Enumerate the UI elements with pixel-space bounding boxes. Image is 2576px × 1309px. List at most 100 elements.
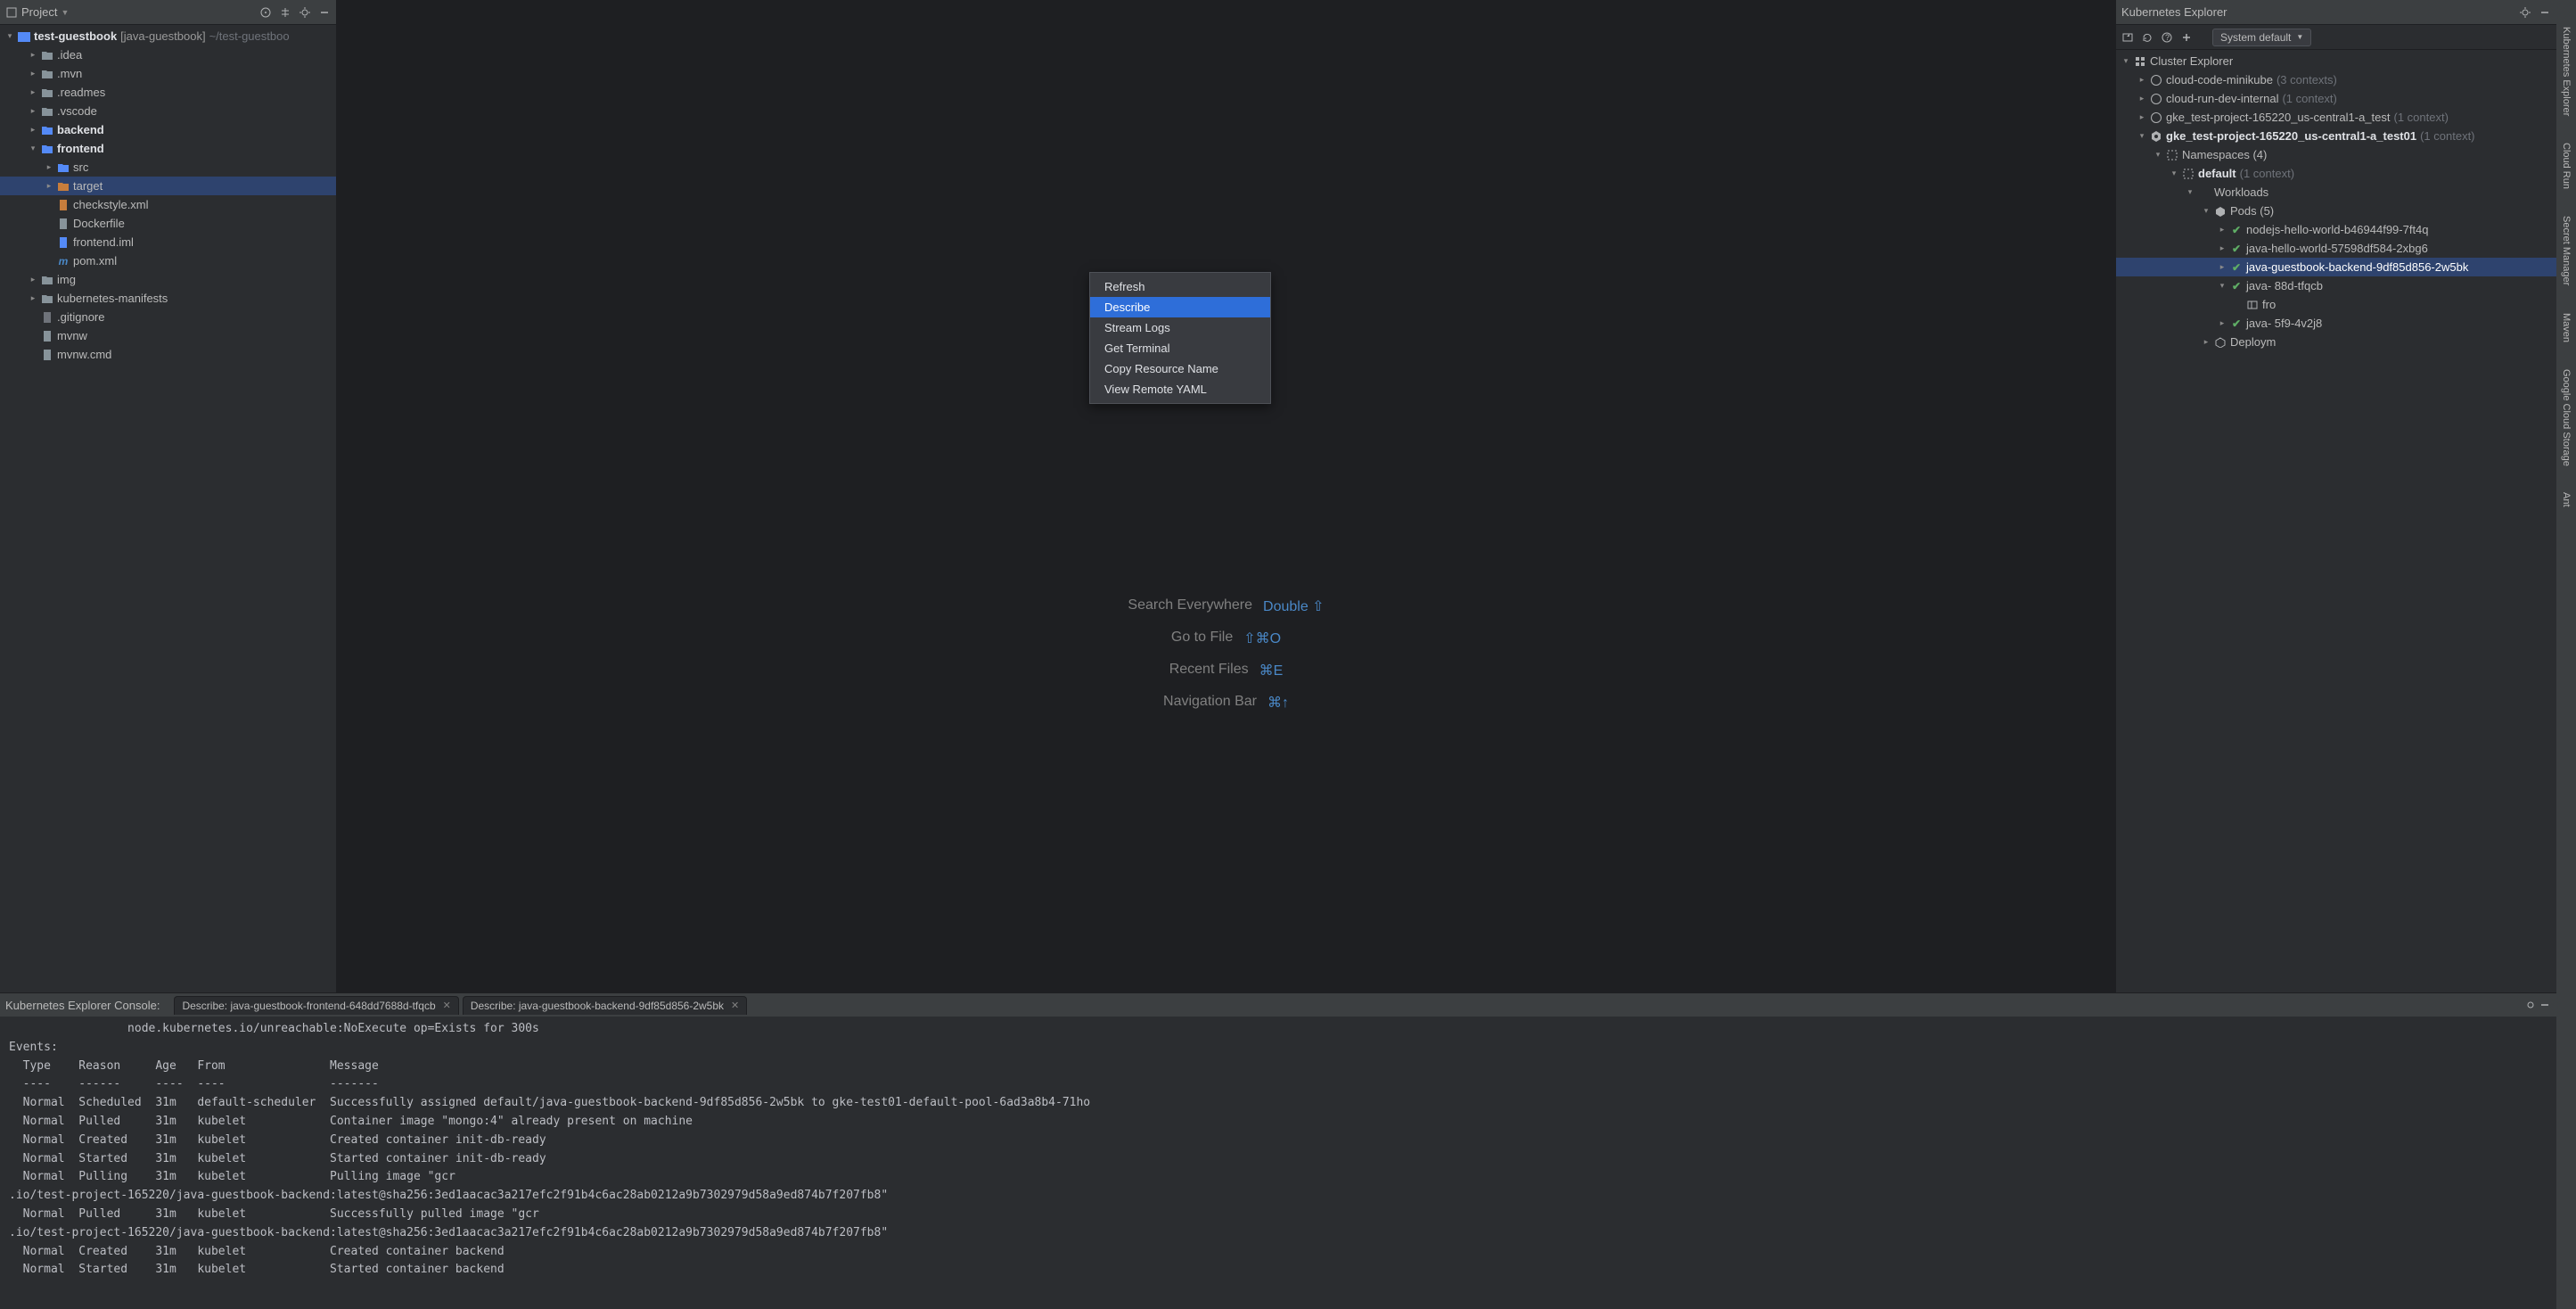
tree-row[interactable]: ▾Namespaces (4) (2116, 145, 2556, 164)
refresh-icon[interactable] (2141, 31, 2154, 44)
chevron-icon[interactable]: ▸ (2216, 318, 2228, 328)
chevron-icon[interactable]: ▾ (2200, 206, 2212, 216)
check-icon: ✔ (2228, 261, 2244, 274)
tree-row[interactable]: Dockerfile (0, 214, 336, 233)
chevron-icon[interactable]: ▾ (2184, 187, 2196, 197)
tree-row[interactable]: frontend.iml (0, 233, 336, 251)
tree-row[interactable]: ▸src (0, 158, 336, 177)
tree-row[interactable]: mvnw.cmd (0, 345, 336, 364)
tree-row[interactable]: ▸.mvn (0, 64, 336, 83)
tool-tab-cloud-run[interactable]: Cloud Run (2561, 143, 2572, 189)
menu-item-view-remote-yaml[interactable]: View Remote YAML (1090, 379, 1270, 399)
tree-row[interactable]: ▸backend (0, 120, 336, 139)
tree-row[interactable]: ▾✔java- 88d-tfqcb (2116, 276, 2556, 295)
deploy-icon (2212, 337, 2228, 348)
chevron-icon[interactable]: ▸ (2216, 225, 2228, 235)
tool-tab-secret-manager[interactable]: Secret Manager (2561, 216, 2572, 285)
chevron-icon[interactable]: ▾ (2136, 131, 2148, 141)
close-icon[interactable]: ✕ (731, 1000, 739, 1011)
project-panel-title[interactable]: Project ▼ (5, 5, 259, 19)
menu-item-describe[interactable]: Describe (1090, 297, 1270, 317)
tree-row[interactable]: checkstyle.xml (0, 195, 336, 214)
chevron-icon[interactable]: ▸ (2136, 112, 2148, 122)
tree-row[interactable]: ▸Deploym (2116, 333, 2556, 351)
locate-icon[interactable] (259, 6, 272, 19)
tree-label: .idea (57, 48, 82, 62)
chevron-icon[interactable]: ▸ (2136, 94, 2148, 103)
tree-hint: (3 contexts) (2277, 73, 2337, 86)
minimize-icon[interactable] (318, 6, 331, 19)
tree-row[interactable]: ▾gke_test-project-165220_us-central1-a_t… (2116, 127, 2556, 145)
tree-row[interactable]: ▸.vscode (0, 102, 336, 120)
tool-tab-maven[interactable]: Maven (2561, 313, 2572, 342)
chevron-icon[interactable]: ▸ (2136, 75, 2148, 85)
folder-icon (39, 69, 55, 79)
tree-row[interactable]: mvnw (0, 326, 336, 345)
tree-row[interactable]: ▾Workloads (2116, 183, 2556, 202)
tree-row[interactable]: ▸cloud-run-dev-internal(1 context) (2116, 89, 2556, 108)
minimize-icon[interactable] (2539, 6, 2551, 19)
tool-tab-google-cloud-storage[interactable]: Google Cloud Storage (2561, 369, 2572, 466)
chevron-icon[interactable]: ▸ (27, 50, 39, 60)
menu-item-refresh[interactable]: Refresh (1090, 276, 1270, 297)
project-root-row[interactable]: ▾ test-guestbook [java-guestbook] ~/test… (0, 27, 336, 45)
chevron-icon[interactable]: ▾ (2168, 169, 2180, 178)
tree-row[interactable]: ▸✔java-hello-world-57598df584-2xbg6 (2116, 239, 2556, 258)
chevron-icon[interactable]: ▸ (27, 125, 39, 135)
chevron-icon[interactable]: ▸ (27, 69, 39, 78)
chevron-icon[interactable]: ▾ (27, 144, 39, 153)
tree-row[interactable]: ▸img (0, 270, 336, 289)
chevron-icon[interactable]: ▾ (2216, 281, 2228, 291)
console-tab[interactable]: Describe: java-guestbook-backend-9df85d8… (463, 996, 747, 1015)
close-icon[interactable]: ✕ (443, 1000, 451, 1011)
chevron-icon[interactable]: ▸ (2216, 243, 2228, 253)
gear-icon[interactable] (2524, 999, 2537, 1011)
help-icon[interactable]: ? (2161, 31, 2173, 44)
tree-row[interactable]: ▾default(1 context) (2116, 164, 2556, 183)
chevron-icon[interactable]: ▾ (2152, 150, 2164, 160)
hint-label: Go to File (1171, 630, 1233, 647)
tree-row[interactable]: ▾Cluster Explorer (2116, 52, 2556, 70)
chevron-down-icon[interactable]: ▾ (4, 31, 16, 41)
tree-row[interactable]: ▾frontend (0, 139, 336, 158)
chevron-icon[interactable]: ▸ (27, 87, 39, 97)
chevron-icon[interactable]: ▸ (43, 162, 55, 172)
gear-icon[interactable] (299, 6, 311, 19)
minimize-icon[interactable] (2539, 999, 2551, 1011)
context-dropdown[interactable]: System default ▼ (2212, 29, 2311, 46)
tree-row[interactable]: ▸ .idea (0, 45, 336, 64)
chevron-icon[interactable]: ▸ (27, 106, 39, 116)
chevron-icon[interactable]: ▸ (27, 293, 39, 303)
menu-item-copy-resource-name[interactable]: Copy Resource Name (1090, 358, 1270, 379)
tree-row[interactable]: ▸ cloud-code-minikube (3 contexts) (2116, 70, 2556, 89)
chevron-icon[interactable]: ▸ (27, 275, 39, 284)
tree-row[interactable]: ▸✔java- 5f9-4v2j8 (2116, 314, 2556, 333)
tree-row[interactable]: ▾Pods (5) (2116, 202, 2556, 220)
chevron-icon[interactable]: ▾ (2120, 56, 2132, 66)
menu-item-get-terminal[interactable]: Get Terminal (1090, 338, 1270, 358)
tool-tab-ant[interactable]: Ant (2561, 492, 2572, 507)
tree-row[interactable]: ▸target (0, 177, 336, 195)
chevron-icon[interactable]: ▸ (2216, 262, 2228, 272)
console-output[interactable]: node.kubernetes.io/unreachable:NoExecute… (0, 1017, 2556, 1283)
chevron-icon[interactable]: ▸ (43, 181, 55, 191)
console-tab[interactable]: Describe: java-guestbook-frontend-648dd7… (174, 996, 458, 1015)
expand-icon[interactable] (279, 6, 291, 19)
kube-tree: ▾Cluster Explorer ▸ cloud-code-minikube (3 … (2116, 50, 2556, 353)
tree-row[interactable]: fro (2116, 295, 2556, 314)
tree-row[interactable]: ▸gke_test-project-165220_us-central1-a_t… (2116, 108, 2556, 127)
chevron-icon[interactable]: ▸ (2200, 337, 2212, 347)
tree-row[interactable]: ▸✔nodejs-hello-world-b46944f99-7ft4q (2116, 220, 2556, 239)
tree-row[interactable]: ▸kubernetes-manifests (0, 289, 336, 308)
tree-row[interactable]: mpom.xml (0, 251, 336, 270)
tree-row[interactable]: .gitignore (0, 308, 336, 326)
tree-row[interactable]: ▸✔java-guestbook-backend-9df85d856-2w5bk (2116, 258, 2556, 276)
gear-icon[interactable] (2519, 6, 2531, 19)
tree-label: cloud-code-minikube (2166, 73, 2273, 86)
tool-tab-kubernetes-explorer[interactable]: Kubernetes Explorer (2561, 27, 2572, 116)
menu-item-stream-logs[interactable]: Stream Logs (1090, 317, 1270, 338)
open-icon[interactable] (2121, 31, 2134, 44)
add-icon[interactable] (2180, 31, 2193, 44)
tree-row[interactable]: ▸.readmes (0, 83, 336, 102)
pod-context-menu: RefreshDescribeStream LogsGet TerminalCo… (1089, 272, 1271, 404)
